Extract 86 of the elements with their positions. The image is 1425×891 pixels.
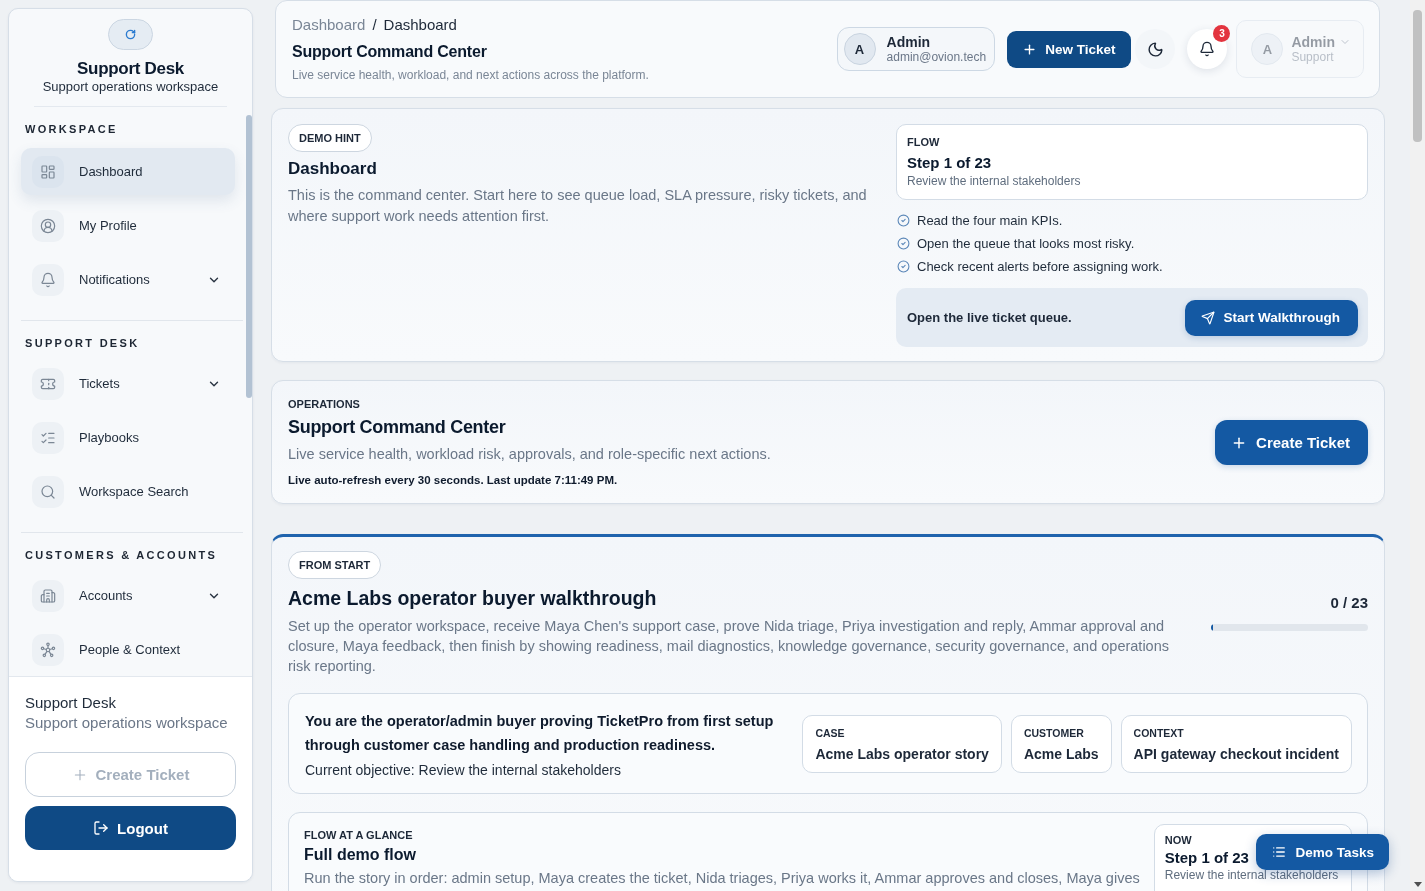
checklist-item: Check recent alerts before assigning work. [917,259,1163,274]
walkthrough-title: Acme Labs operator buyer walkthrough [288,586,657,610]
nav-item[interactable]: Notifications [21,256,235,303]
page-title: Support Command Center [292,41,487,62]
start-walkthrough-button[interactable]: Start Walkthrough [1184,299,1358,336]
fact-label: CUSTOMER [1023,725,1084,740]
breadcrumb-current-page: Dashboard [383,15,457,34]
building-icon [32,579,64,612]
brand-title: Support Desk [77,59,184,79]
user-name: Admin [886,33,931,50]
bell-icon [1199,41,1216,57]
bell-icon [32,263,64,296]
notification-count: 3 [1213,25,1231,42]
scroll-down-icon[interactable] [1413,882,1422,887]
hint-title: Dashboard [288,159,377,179]
page-subtitle: Live service health, workload, and next actions across the platform. [292,66,649,83]
flow-label: FLOW [907,135,940,149]
search-icon [32,475,64,508]
dashboard-layout-icon [32,155,64,188]
nav-item[interactable]: Dashboard [21,148,235,195]
demo-tasks-button[interactable]: Demo Tasks [1256,834,1389,870]
plus-icon [1022,41,1038,57]
glance-title: Full demo flow [304,845,416,865]
from-start-tag: FROM START [288,551,382,579]
breadcrumb-separator: / [372,15,377,34]
nav-item[interactable]: Accounts [21,572,235,619]
new-ticket-button[interactable]: New Ticket [1007,30,1132,68]
now-description: Review the internal stakeholders [1164,867,1339,883]
now-label: NOW [1164,833,1192,847]
check-circle-icon [897,237,910,250]
theme-toggle-button[interactable] [1135,29,1176,69]
glance-text: Run the story in order: admin setup, Maya creates the ticket, Nida triages, Priya works it, Ammar approves and closes, Maya gives [304,869,1140,888]
account-name: Admin [1291,33,1335,50]
flow-step: Step 1 of 23 [907,153,992,173]
network-icon [32,633,64,666]
fact-value: API gateway checkout incident [1133,744,1339,764]
fact-value: Acme Labs [1023,744,1099,764]
user-menu[interactable]: A Admin admin@ovion.tech [836,27,996,71]
fact-value: Acme Labs operator story [815,744,989,764]
operations-eyebrow: OPERATIONS [288,397,360,411]
logout-button[interactable]: Logout [25,806,236,850]
persona-text: You are the operator/admin buyer proving TicketPro from first setup through customer case handling and production readiness. [305,711,775,755]
operations-text: Live service health, workload risk, approvals, and role-specific next actions. [288,445,771,464]
ticket-icon [32,367,64,400]
walkthrough-text: Set up the operator workspace, receive Maya Chen's support case, prove Nida triage, Priya investigation and reply, Ammar approval and closure, Maya feedback, then finish by showing readiness, mail diagnostics, knowledge governance, security governance, and operations risk reporting. [288,617,1170,676]
nav-item[interactable]: People & Context [21,626,235,673]
demo-hint-tag: DEMO HINT [288,124,372,152]
avatar: A [843,33,876,65]
moon-icon [1146,40,1164,58]
nav-item[interactable]: My Profile [21,202,235,249]
glance-eyebrow: FLOW AT A GLANCE [304,828,413,842]
checklist-icon [32,421,64,454]
list-icon [1272,845,1287,859]
brand-subtitle: Support operations workspace [42,79,219,95]
avatar: A [1251,33,1284,65]
account-role: Support [1291,49,1334,65]
check-circle-icon [897,214,910,227]
nav-item[interactable]: Workspace Search [21,468,235,515]
logo-icon [108,19,153,50]
send-icon [1200,310,1215,325]
user-email: admin@ovion.tech [886,49,987,65]
checklist-item: Open the queue that looks most risky. [917,236,1135,251]
workspace-subtitle: Support operations workspace [25,713,229,733]
breadcrumb-link[interactable]: Dashboard [292,15,366,34]
fact-label: CONTEXT [1133,725,1184,740]
hint-text: This is the command center. Start here to see queue load, SLA pressure, risky tickets, and where support work needs attention first. [288,186,868,226]
create-ticket-button[interactable]: Create Ticket [1215,420,1368,465]
operations-title: Support Command Center [288,416,506,438]
scrollbar-thumb[interactable] [246,115,252,398]
nav-section-label: WORKSPACE [24,123,119,135]
checklist-item: Read the four main KPIs. [917,213,1063,228]
workspace-title: Support Desk [25,693,117,713]
scrollbar-thumb[interactable] [1413,10,1422,142]
flow-description: Review the internal stakeholders [907,173,1081,189]
nav-section-label: CUSTOMERS & ACCOUNTS [24,549,219,561]
refresh-note: Live auto-refresh every 30 seconds. Last update 7:11:49 PM. [288,473,618,488]
logout-icon [93,820,110,836]
nav-item[interactable]: Playbooks [21,414,235,461]
nav-section-label: SUPPORT DESK [24,337,141,349]
progress-reading: 0 / 23 [1330,594,1368,612]
nav-item[interactable]: Tickets [21,360,235,407]
current-objective: Current objective: Review the internal stakeholders [305,760,621,779]
check-circle-icon [897,260,910,273]
fact-label: CASE [815,725,845,740]
next-action-text: Open the live ticket queue. [907,310,1072,325]
now-step: Step 1 of 23 [1164,849,1249,867]
